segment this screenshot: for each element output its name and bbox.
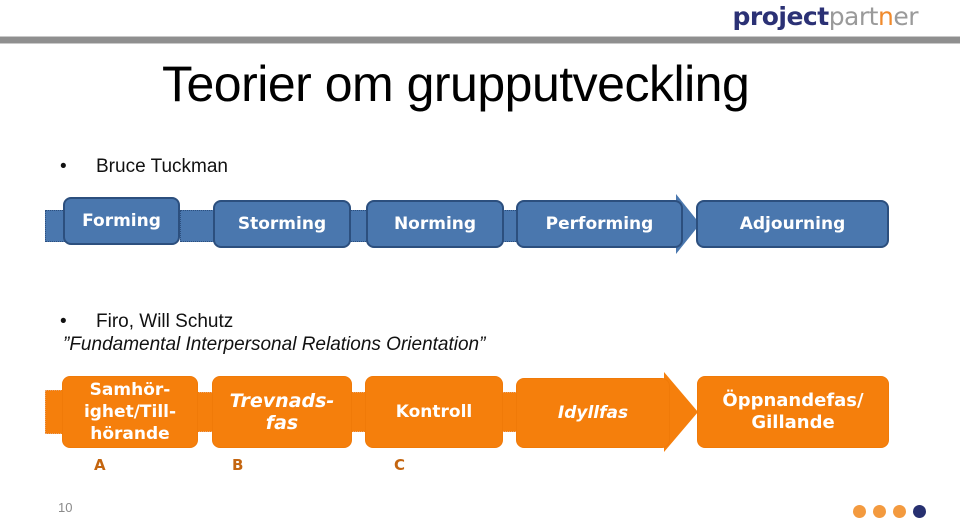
firo-stage-trevnadsfas: Trevnads- fas [212,376,352,448]
logo-text-part: part [828,2,879,31]
bullet-dot-icon: • [60,311,67,332]
logo-text-project: project [732,2,829,31]
stage-norming: Norming [366,200,504,248]
stage-label-line: Trevnads- [229,390,335,412]
stage-label: Performing [545,214,654,234]
firo-letter-b: B [232,456,244,474]
stage-label-line: fas [265,412,299,434]
stage-forming: Forming [63,197,180,245]
stage-label: Storming [237,214,327,234]
projectpartner-logo: projectpartner [732,2,918,32]
bullet-dot-icon: • [60,156,67,177]
page-number: 10 [58,500,73,515]
firo-stage-kontroll: Kontroll [365,376,503,448]
stage-storming: Storming [213,200,351,248]
stage-label-line: hörande [90,424,170,444]
firo-stage-idyllfas: Idyllfas [516,378,670,448]
stage-label-line: Samhör- [89,380,171,400]
progress-dot-icon [913,505,926,518]
firo-subtitle: ”Fundamental Interpersonal Relations Ori… [63,334,486,355]
progress-dot-icon [853,505,866,518]
header-divider [0,36,960,44]
firo-letter-c: C [394,456,406,474]
stage-label-line: Öppnandefas/ [722,390,864,411]
progress-dot-icon [893,505,906,518]
progress-dots [853,505,926,518]
stage-adjourning: Adjourning [696,200,889,248]
stage-label-line: Gillande [751,412,835,433]
stage-label: Norming [393,214,477,234]
firo-stage-samhorighet: Samhör- ighet/Till- hörande [62,376,198,448]
stage-label: Adjourning [739,214,846,234]
bullet-text: Bruce Tuckman [96,156,228,177]
logo-text-n: n [877,2,894,31]
stage-label-line: ighet/Till- [83,402,177,422]
slide-title: Teorier om grupputveckling [162,56,750,112]
firo-stage-oppnandefas: Öppnandefas/ Gillande [697,376,889,448]
stage-performing: Performing [516,200,683,248]
stage-label: Kontroll [395,402,473,422]
stage-label: Idyllfas [557,403,629,423]
bullet-firo: • Firo, Will Schutz [60,311,234,333]
bullet-tuckman: • Bruce Tuckman [60,156,228,178]
stage-label: Forming [82,211,161,231]
firo-letter-a: A [94,456,106,474]
progress-dot-icon [873,505,886,518]
logo-text-er: er [893,2,918,31]
bullet-text: Firo, Will Schutz [96,311,234,332]
